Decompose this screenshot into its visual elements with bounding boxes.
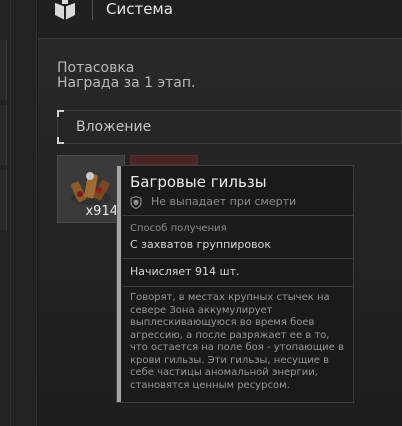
tooltip-divider xyxy=(122,215,354,216)
source-value: С захватов группировок xyxy=(130,238,271,251)
mail-panel: Система Потасовка Награда за 1 этап. Вло… xyxy=(38,0,402,426)
source-label: Способ получения xyxy=(130,223,227,234)
corner-bracket xyxy=(57,110,64,117)
reward-item-slot-2[interactable] xyxy=(130,155,198,165)
no-drop-label: Не выпадает при смерти xyxy=(151,195,297,208)
tooltip-divider xyxy=(122,286,354,287)
left-panel-segment xyxy=(0,105,7,165)
item-tooltip: Багровые гильзы Не выпадает при смерти С… xyxy=(116,165,354,403)
header-divider xyxy=(92,0,93,20)
left-panel-segment xyxy=(0,40,7,100)
attachment-label: Вложение xyxy=(76,119,152,135)
tooltip-divider xyxy=(122,258,354,259)
corner-bracket xyxy=(57,137,64,144)
header-bar: Система xyxy=(38,0,402,39)
tooltip-accent-bar xyxy=(117,166,121,402)
event-name: Потасовка xyxy=(57,60,135,76)
item-title: Багровые гильзы xyxy=(130,173,267,191)
left-panel-divider xyxy=(10,0,11,426)
attachment-section: Вложение xyxy=(57,110,402,144)
reward-description: Награда за 1 этап. xyxy=(57,75,196,91)
shield-icon xyxy=(130,196,142,209)
item-description: Говорят, в местах крупных стычек на севе… xyxy=(130,292,344,391)
item-count: x914 xyxy=(85,204,118,219)
amount-text: Начисляет 914 шт. xyxy=(130,265,240,278)
left-panel xyxy=(0,0,37,426)
page-title: Система xyxy=(106,0,173,18)
box-icon xyxy=(54,0,76,20)
reward-item-slot[interactable]: x914 xyxy=(57,155,125,223)
left-panel-segment xyxy=(0,170,7,230)
